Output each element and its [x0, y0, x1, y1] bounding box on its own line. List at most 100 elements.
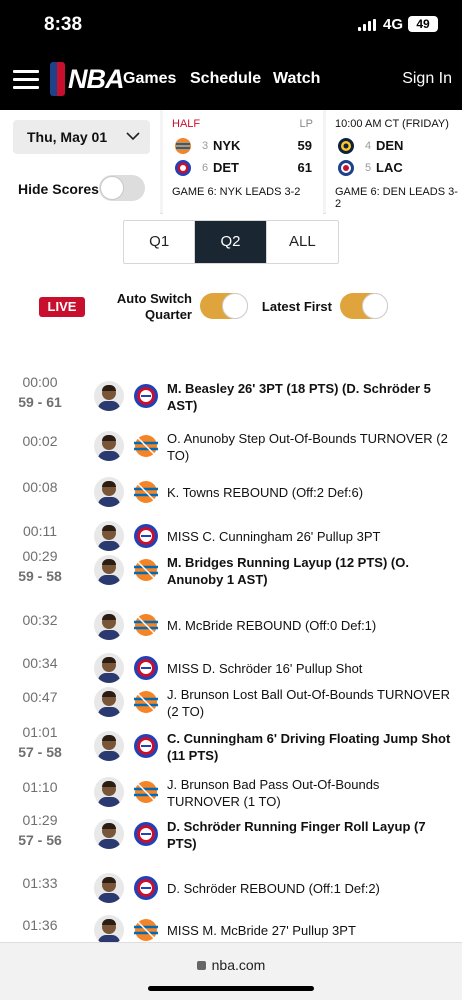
- home-indicator[interactable]: [148, 986, 314, 991]
- knicks-logo-icon: [134, 781, 158, 803]
- play-description: MISS M. McBride 27' Pullup 3PT: [167, 923, 356, 938]
- play-description: M. Beasley 26' 3PT (18 PTS) (D. Schröder…: [167, 381, 431, 413]
- logoman-icon: [50, 62, 65, 96]
- play-row: 00:29 59 - 58 M. Bridges Running Layup (12…: [0, 548, 462, 590]
- scores-strip: Thu, May 01 Hide Scores HALF LP 3 NYK 59…: [0, 110, 462, 214]
- play-time: 01:01: [22, 724, 58, 740]
- date-select-value: Thu, May 01: [27, 129, 108, 145]
- nba-logo[interactable]: NBA: [50, 62, 124, 96]
- play-time: 00:11: [23, 523, 57, 539]
- logo-text: NBA: [68, 64, 124, 94]
- game-card-nyk-det[interactable]: HALF LP 3 NYK 59 6 DET 61 GAME 6: NYK LE…: [163, 110, 323, 214]
- status-time: 8:38: [44, 14, 83, 35]
- pistons-logo-icon: [134, 876, 158, 900]
- play-description: C. Cunningham 6' Driving Floating Jump S…: [167, 731, 451, 763]
- play-time: 01:36: [22, 917, 58, 933]
- play-description: MISS C. Cunningham 26' Pullup 3PT: [167, 529, 381, 544]
- game-status: 10:00 AM CT (FRIDAY): [335, 118, 449, 130]
- play-time: 00:34: [22, 655, 58, 671]
- knicks-logo-icon: [134, 691, 158, 713]
- team-abbr: DET: [213, 160, 239, 175]
- game-tag: LP: [299, 118, 313, 130]
- player-avatar: [94, 915, 124, 945]
- play-row: 00:02 O. Anunoby Step Out-Of-Bounds TURNO…: [0, 424, 462, 466]
- pistons-logo-icon: [134, 734, 158, 758]
- play-description: M. Bridges Running Layup (12 PTS) (O. An…: [167, 555, 409, 587]
- battery-icon: 49: [408, 16, 438, 32]
- clippers-logo-icon: [338, 160, 354, 176]
- play-row: 00:00 59 - 61 M. Beasley 26' 3PT (18 PTS) …: [0, 374, 462, 416]
- play-description: J. Brunson Lost Ball Out-Of-Bounds TURNO…: [167, 687, 450, 719]
- play-time: 01:33: [22, 875, 58, 891]
- play-row: 00:47 J. Brunson Lost Ball Out-Of-Bounds …: [0, 680, 462, 722]
- pistons-logo-icon: [134, 822, 158, 846]
- play-row: 01:01 57 - 58 C. Cunningham 6' Driving Flo…: [0, 724, 462, 766]
- live-badge: LIVE: [39, 297, 85, 317]
- tab-q1[interactable]: Q1: [124, 221, 196, 263]
- series-note: GAME 6: DEN LEADS 3-2: [335, 186, 458, 210]
- top-nav: NBA Games Schedule Watch Sign In: [0, 50, 462, 110]
- game-card-den-lac[interactable]: 10:00 AM CT (FRIDAY) 4 DEN 5 LAC GAME 6:…: [326, 110, 462, 214]
- play-row: 01:29 57 - 56 D. Schröder Running Finger R…: [0, 812, 462, 854]
- team-abbr: LAC: [376, 160, 403, 175]
- play-description: D. Schröder Running Finger Roll Layup (7…: [167, 819, 426, 851]
- play-description: MISS D. Schröder 16' Pullup Shot: [167, 661, 363, 676]
- pistons-logo-icon: [134, 656, 158, 680]
- player-avatar: [94, 477, 124, 507]
- play-score: 59 - 61: [18, 394, 62, 410]
- latest-first-toggle[interactable]: [340, 293, 388, 319]
- auto-switch-label-line2: Quarter: [145, 307, 192, 322]
- knicks-logo-icon: [134, 559, 158, 581]
- team-score: 59: [297, 138, 312, 153]
- team-seed: 4: [365, 140, 372, 152]
- team-row: 3 NYK 59: [172, 136, 312, 156]
- nav-games-link[interactable]: Games: [123, 70, 176, 88]
- play-time: 00:32: [22, 612, 58, 628]
- player-avatar: [94, 777, 124, 807]
- tab-q2[interactable]: Q2: [195, 221, 267, 263]
- hide-scores-toggle[interactable]: [99, 175, 145, 201]
- team-row: 4 DEN: [335, 136, 462, 156]
- play-description: J. Brunson Bad Pass Out-Of-Bounds TURNOV…: [167, 777, 380, 809]
- play-time: 00:08: [22, 479, 58, 495]
- nav-schedule-link[interactable]: Schedule: [190, 70, 261, 88]
- knicks-logo-icon: [134, 481, 158, 503]
- play-time: 00:47: [22, 689, 58, 705]
- nuggets-logo-icon: [338, 138, 354, 154]
- player-avatar: [94, 653, 124, 683]
- play-time: 00:29: [22, 548, 58, 564]
- play-row: 01:33 D. Schröder REBOUND (Off:1 Def:2): [0, 866, 462, 908]
- team-score: 61: [297, 160, 312, 175]
- tab-all[interactable]: ALL: [267, 221, 338, 263]
- game-status: HALF: [172, 118, 201, 130]
- player-avatar: [94, 687, 124, 717]
- hide-scores-label: Hide Scores: [18, 181, 99, 197]
- chevron-down-icon: [126, 132, 140, 141]
- date-select[interactable]: Thu, May 01: [13, 120, 150, 154]
- hamburger-menu-icon[interactable]: [13, 70, 39, 90]
- play-time: 00:02: [22, 433, 58, 449]
- play-score: 57 - 56: [18, 832, 62, 848]
- play-description: M. McBride REBOUND (Off:0 Def:1): [167, 618, 377, 633]
- player-avatar: [94, 521, 124, 551]
- signal-icon: [358, 19, 378, 31]
- team-seed: 3: [202, 140, 209, 152]
- sign-in-link[interactable]: Sign In: [402, 70, 452, 88]
- url-text: nba.com: [211, 957, 266, 973]
- play-description: K. Towns REBOUND (Off:2 Def:6): [167, 485, 364, 500]
- team-seed: 5: [365, 162, 372, 174]
- latest-first-label: Latest First: [261, 299, 332, 314]
- status-bar: 8:38 4G 49: [0, 0, 462, 50]
- knicks-logo-icon: [134, 435, 158, 457]
- player-avatar: [94, 731, 124, 761]
- play-row: 01:10 J. Brunson Bad Pass Out-Of-Bounds T…: [0, 770, 462, 812]
- auto-switch-label-line1: Auto Switch: [116, 291, 192, 306]
- auto-switch-label: Auto Switch Quarter: [104, 291, 192, 323]
- player-avatar: [94, 431, 124, 461]
- nav-watch-link[interactable]: Watch: [273, 70, 320, 88]
- date-controls: Thu, May 01 Hide Scores: [0, 110, 160, 214]
- player-avatar: [94, 555, 124, 585]
- pistons-logo-icon: [175, 160, 191, 176]
- browser-url-bar[interactable]: nba.com: [0, 942, 462, 1000]
- team-seed: 6: [202, 162, 209, 174]
